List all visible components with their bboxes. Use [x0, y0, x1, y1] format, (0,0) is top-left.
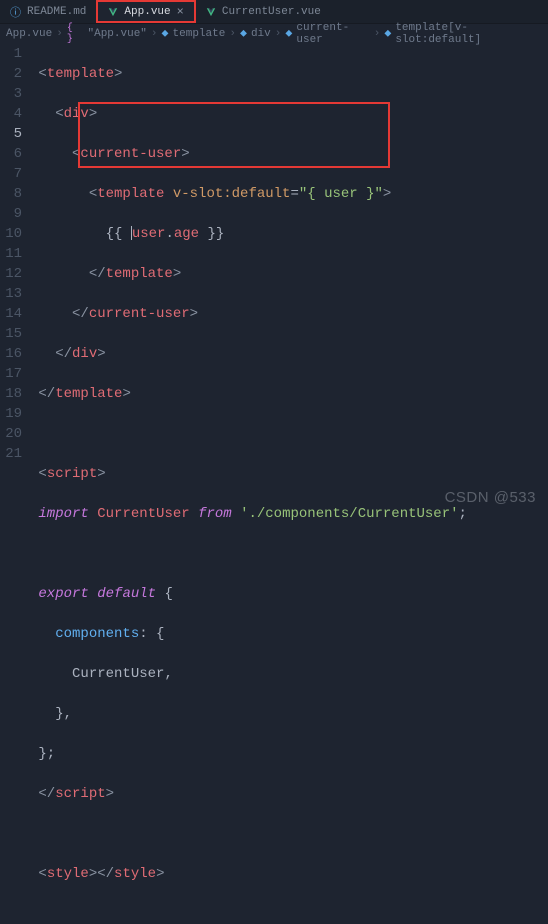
line-number: 19 — [0, 404, 22, 424]
code-line[interactable]: </script> — [30, 784, 548, 804]
code-line[interactable]: </template> — [30, 264, 548, 284]
code-line[interactable]: }, — [30, 704, 548, 724]
breadcrumb-item[interactable]: App.vue — [6, 28, 52, 40]
code-line[interactable]: </current-user> — [30, 304, 548, 324]
line-number: 4 — [0, 104, 22, 124]
line-number: 2 — [0, 64, 22, 84]
line-number: 8 — [0, 184, 22, 204]
breadcrumb-item[interactable]: template[v-slot:default] — [395, 22, 542, 46]
chevron-right-icon: › — [275, 28, 282, 40]
code-line[interactable]: <template> — [30, 64, 548, 84]
tab-app-vue[interactable]: App.vue × — [96, 0, 195, 23]
info-icon: ⓘ — [10, 4, 21, 20]
code-line[interactable]: import CurrentUser from './components/Cu… — [30, 504, 548, 524]
line-number: 3 — [0, 84, 22, 104]
breadcrumb-item[interactable]: "App.vue" — [88, 28, 147, 40]
code-line[interactable] — [30, 544, 548, 564]
line-number: 14 — [0, 304, 22, 324]
line-number: 1 — [0, 44, 22, 64]
tag-icon: ⬥ — [162, 28, 169, 40]
tab-currentuser-vue[interactable]: CurrentUser.vue — [196, 0, 331, 23]
tag-icon: ⬥ — [384, 28, 391, 40]
code-line[interactable]: CurrentUser, — [30, 664, 548, 684]
line-number: 5 — [0, 124, 22, 144]
braces-icon: { } — [67, 23, 84, 45]
code-line[interactable]: }; — [30, 744, 548, 764]
tag-icon: ⬥ — [240, 28, 247, 40]
close-icon[interactable]: × — [177, 5, 184, 19]
code-line[interactable]: <style></style> — [30, 864, 548, 884]
code-line[interactable]: </template> — [30, 384, 548, 404]
tab-label: App.vue — [124, 6, 170, 18]
breadcrumb-item[interactable]: template — [173, 28, 226, 40]
line-number: 11 — [0, 244, 22, 264]
vue-icon — [108, 7, 118, 17]
tab-readme[interactable]: ⓘ README.md — [0, 0, 96, 23]
line-number: 15 — [0, 324, 22, 344]
line-number: 6 — [0, 144, 22, 164]
line-number: 21 — [0, 444, 22, 464]
code-line[interactable]: components: { — [30, 624, 548, 644]
tab-label: CurrentUser.vue — [222, 6, 321, 18]
breadcrumb-item[interactable]: div — [251, 28, 271, 40]
chevron-right-icon: › — [151, 28, 158, 40]
code-line[interactable]: <script> — [30, 464, 548, 484]
editor-tabs: ⓘ README.md App.vue × CurrentUser.vue — [0, 0, 548, 24]
code-line[interactable]: <current-user> — [30, 144, 548, 164]
code-area[interactable]: <template> <div> <current-user> <templat… — [30, 44, 548, 924]
vue-icon — [206, 7, 216, 17]
watermark: CSDN @533 — [445, 489, 536, 506]
line-number: 16 — [0, 344, 22, 364]
line-number: 13 — [0, 284, 22, 304]
line-number: 17 — [0, 364, 22, 384]
code-line[interactable] — [30, 424, 548, 444]
tab-label: README.md — [27, 6, 86, 18]
breadcrumb-item[interactable]: current-user — [296, 22, 369, 46]
chevron-right-icon: › — [56, 28, 63, 40]
code-line[interactable]: </div> — [30, 344, 548, 364]
code-line[interactable]: <template v-slot:default="{ user }"> — [30, 184, 548, 204]
breadcrumb: App.vue › { } "App.vue" › ⬥ template › ⬥… — [0, 24, 548, 44]
line-number: 12 — [0, 264, 22, 284]
line-number: 18 — [0, 384, 22, 404]
chevron-right-icon: › — [374, 28, 381, 40]
code-line[interactable]: {{ user.age }} — [30, 224, 548, 244]
line-number: 9 — [0, 204, 22, 224]
line-number-gutter: 1 2 3 4 5 6 7 8 9 10 11 12 13 14 15 16 1… — [0, 44, 30, 924]
line-number: 10 — [0, 224, 22, 244]
code-line[interactable]: <div> — [30, 104, 548, 124]
code-editor[interactable]: 1 2 3 4 5 6 7 8 9 10 11 12 13 14 15 16 1… — [0, 44, 548, 924]
code-line[interactable]: export default { — [30, 584, 548, 604]
code-line[interactable] — [30, 824, 548, 844]
tag-icon: ⬥ — [285, 28, 292, 40]
line-number: 7 — [0, 164, 22, 184]
line-number: 20 — [0, 424, 22, 444]
chevron-right-icon: › — [229, 28, 236, 40]
